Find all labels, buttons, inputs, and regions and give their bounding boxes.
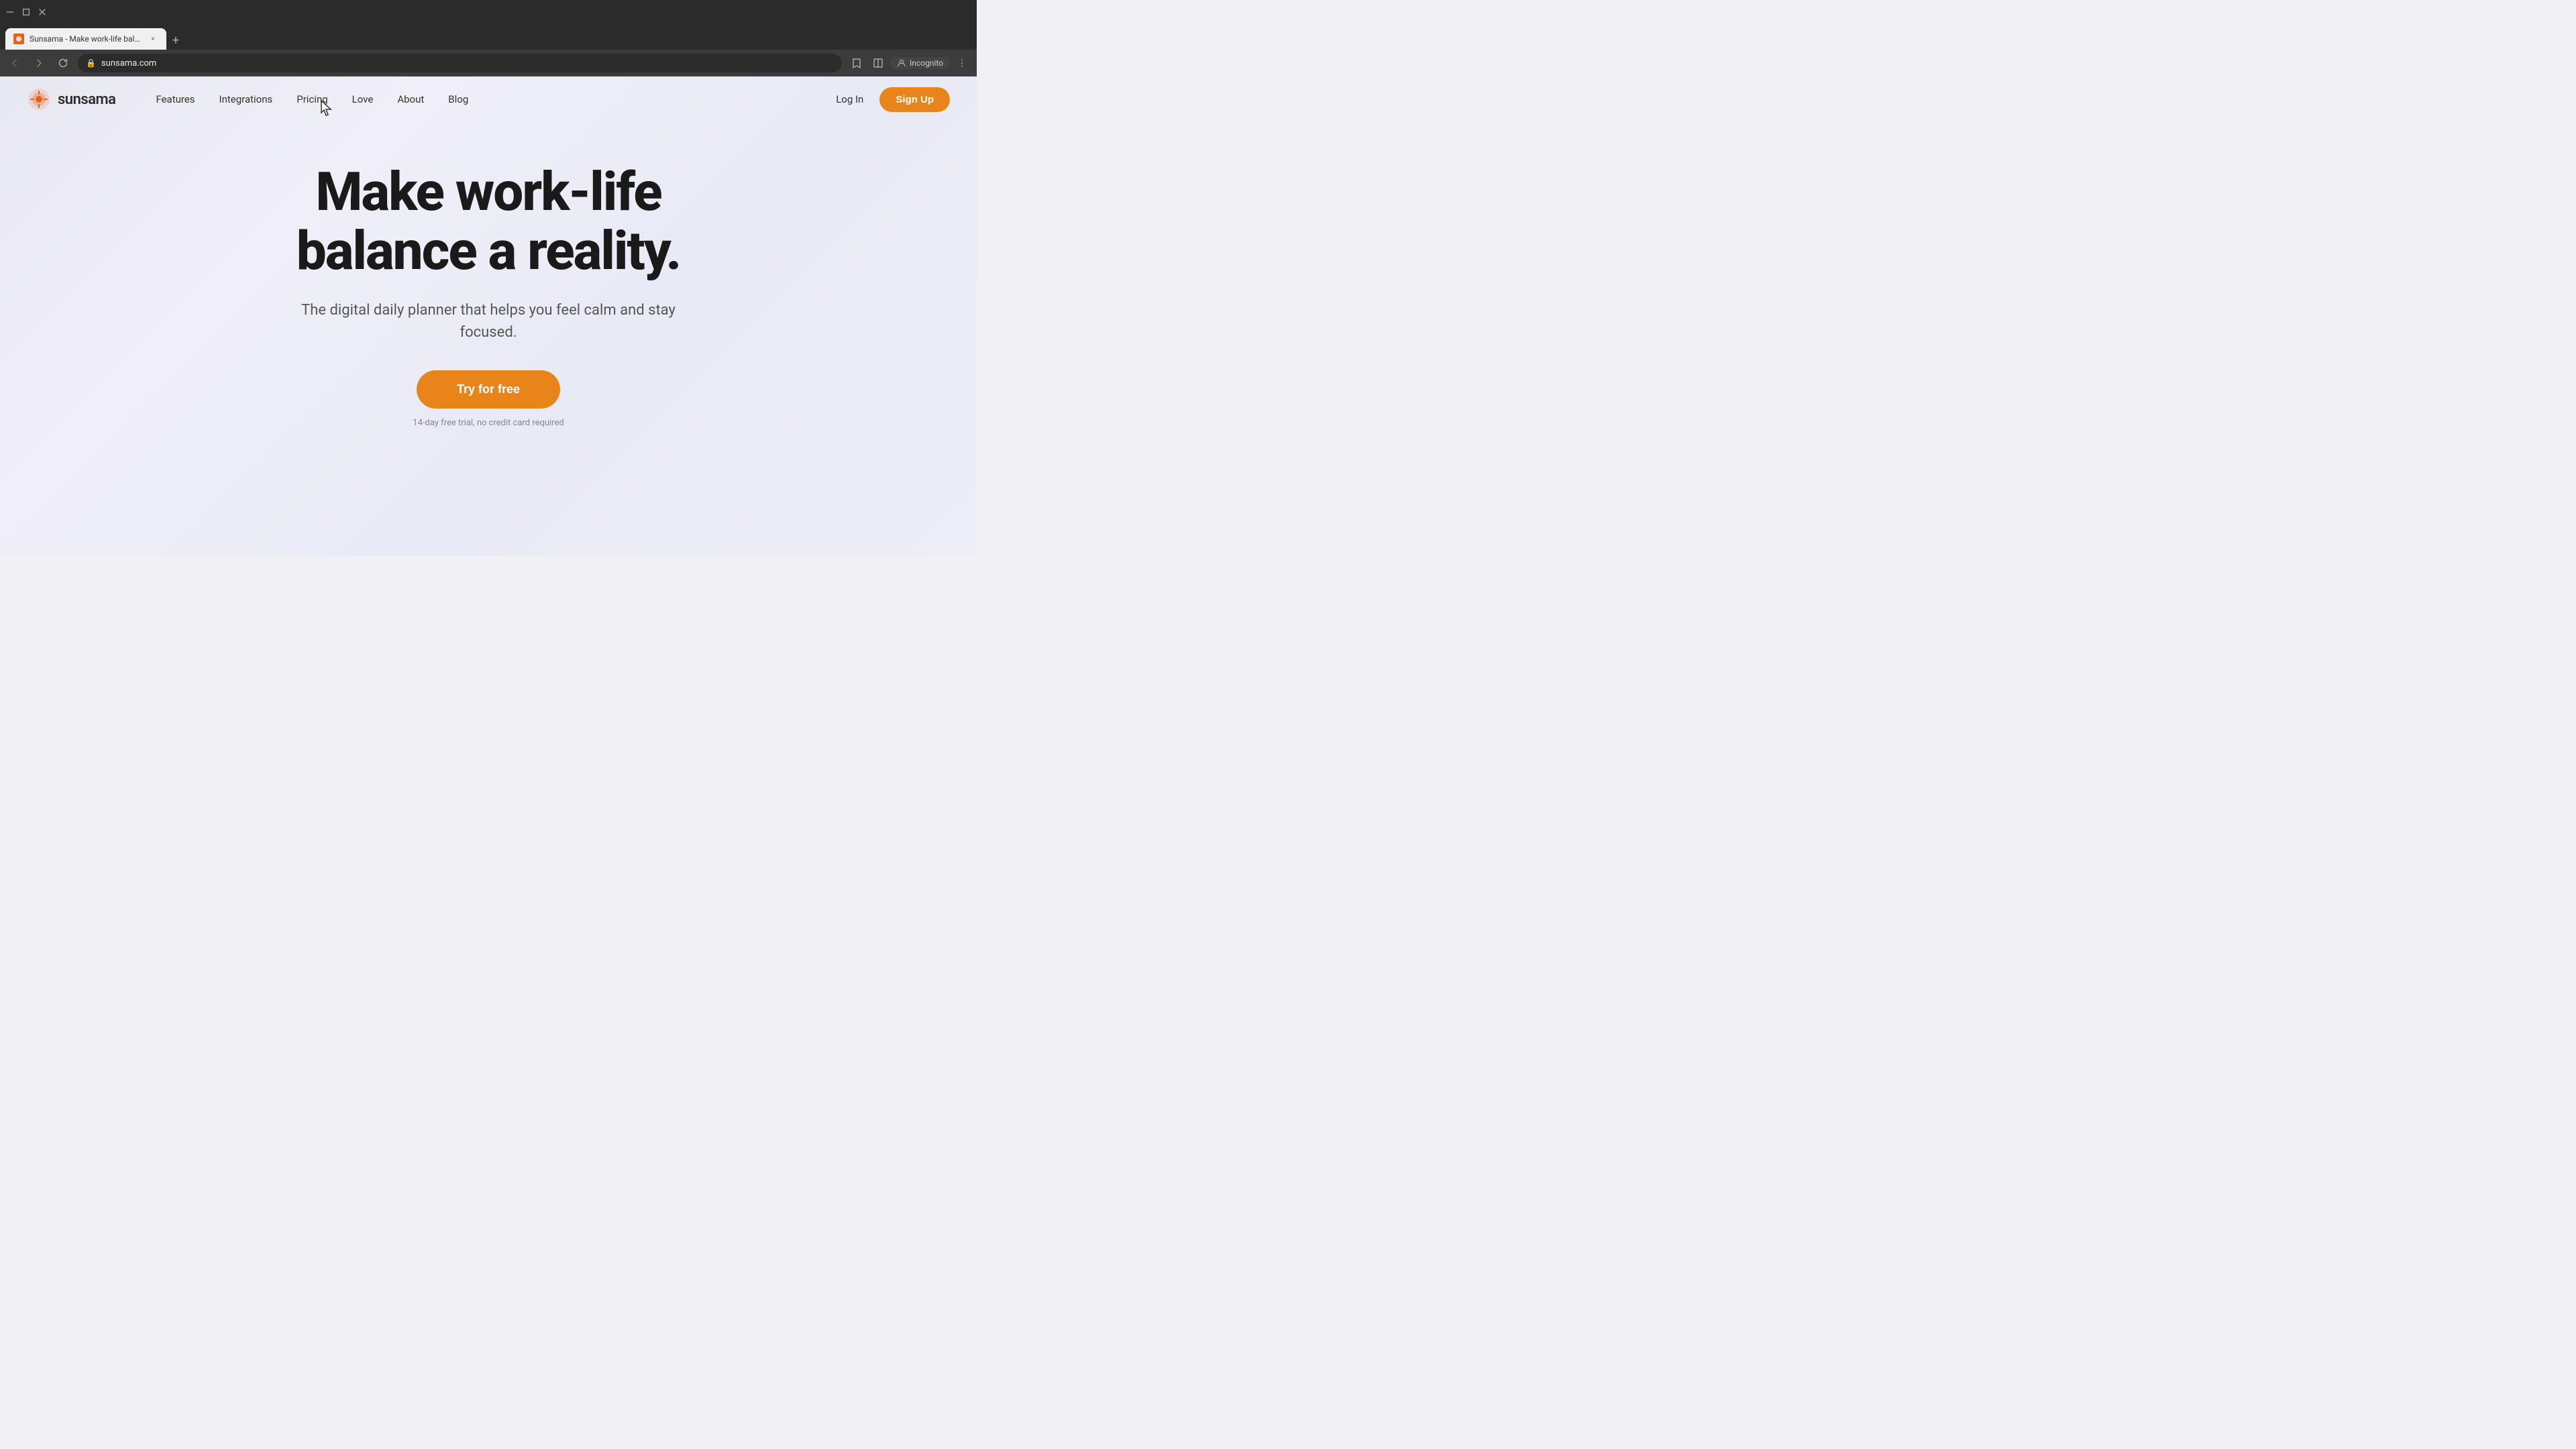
url-text: sunsama.com: [101, 58, 834, 68]
nav-link-pricing[interactable]: Pricing: [297, 93, 327, 105]
lock-icon: 🔒: [86, 58, 96, 68]
address-bar: 🔒 sunsama.com Incognito: [0, 50, 977, 76]
url-box[interactable]: 🔒 sunsama.com: [78, 54, 842, 72]
nav-link-features[interactable]: Features: [156, 93, 195, 105]
main-nav: sunsama Features Integrations Pricing Lo…: [0, 76, 977, 122]
nav-link-about[interactable]: About: [397, 93, 424, 105]
login-link[interactable]: Log In: [836, 93, 863, 105]
title-bar: [0, 0, 977, 24]
tab-close-button[interactable]: ×: [148, 34, 158, 44]
tab-bar: Sunsama - Make work-life bala... × +: [0, 24, 977, 50]
maximize-button[interactable]: [21, 7, 31, 17]
back-button[interactable]: [5, 54, 24, 72]
browser-chrome: Sunsama - Make work-life bala... × + 🔒 s…: [0, 0, 977, 76]
close-button[interactable]: [38, 7, 47, 17]
forward-button[interactable]: [30, 54, 48, 72]
hero-title-line1: Make work-life: [315, 160, 661, 223]
logo[interactable]: sunsama: [27, 87, 115, 111]
incognito-label: Incognito: [910, 58, 943, 68]
try-for-free-button[interactable]: Try for free: [417, 370, 560, 409]
hero-section: Make work-life balance a reality. The di…: [0, 122, 977, 455]
toolbar-right: Incognito: [847, 54, 971, 72]
cta-note: 14-day free trial, no credit card requir…: [413, 418, 564, 428]
tab-favicon: [13, 34, 24, 44]
refresh-button[interactable]: [54, 54, 72, 72]
hero-subtitle: The digital daily planner that helps you…: [301, 299, 676, 343]
split-view-button[interactable]: [869, 54, 888, 72]
nav-right: Log In Sign Up: [836, 87, 950, 112]
nav-links: Features Integrations Pricing Love About…: [156, 93, 836, 105]
nav-link-love[interactable]: Love: [352, 93, 374, 105]
bookmark-button[interactable]: [847, 54, 866, 72]
signup-button[interactable]: Sign Up: [879, 87, 950, 112]
tab-title: Sunsama - Make work-life bala...: [30, 34, 142, 44]
more-button[interactable]: [953, 54, 971, 72]
window-controls: [5, 7, 47, 17]
new-tab-button[interactable]: +: [166, 31, 185, 50]
hero-title: Make work-life balance a reality.: [297, 162, 681, 280]
hero-title-line2: balance a reality.: [297, 219, 681, 282]
nav-link-blog[interactable]: Blog: [448, 93, 468, 105]
logo-icon: [27, 87, 51, 111]
website-content: sunsama Features Integrations Pricing Lo…: [0, 76, 977, 555]
incognito-badge[interactable]: Incognito: [890, 57, 950, 69]
logo-text: sunsama: [58, 91, 115, 108]
nav-link-integrations[interactable]: Integrations: [219, 93, 273, 105]
minimize-button[interactable]: [5, 7, 15, 17]
active-tab[interactable]: Sunsama - Make work-life bala... ×: [5, 28, 166, 50]
